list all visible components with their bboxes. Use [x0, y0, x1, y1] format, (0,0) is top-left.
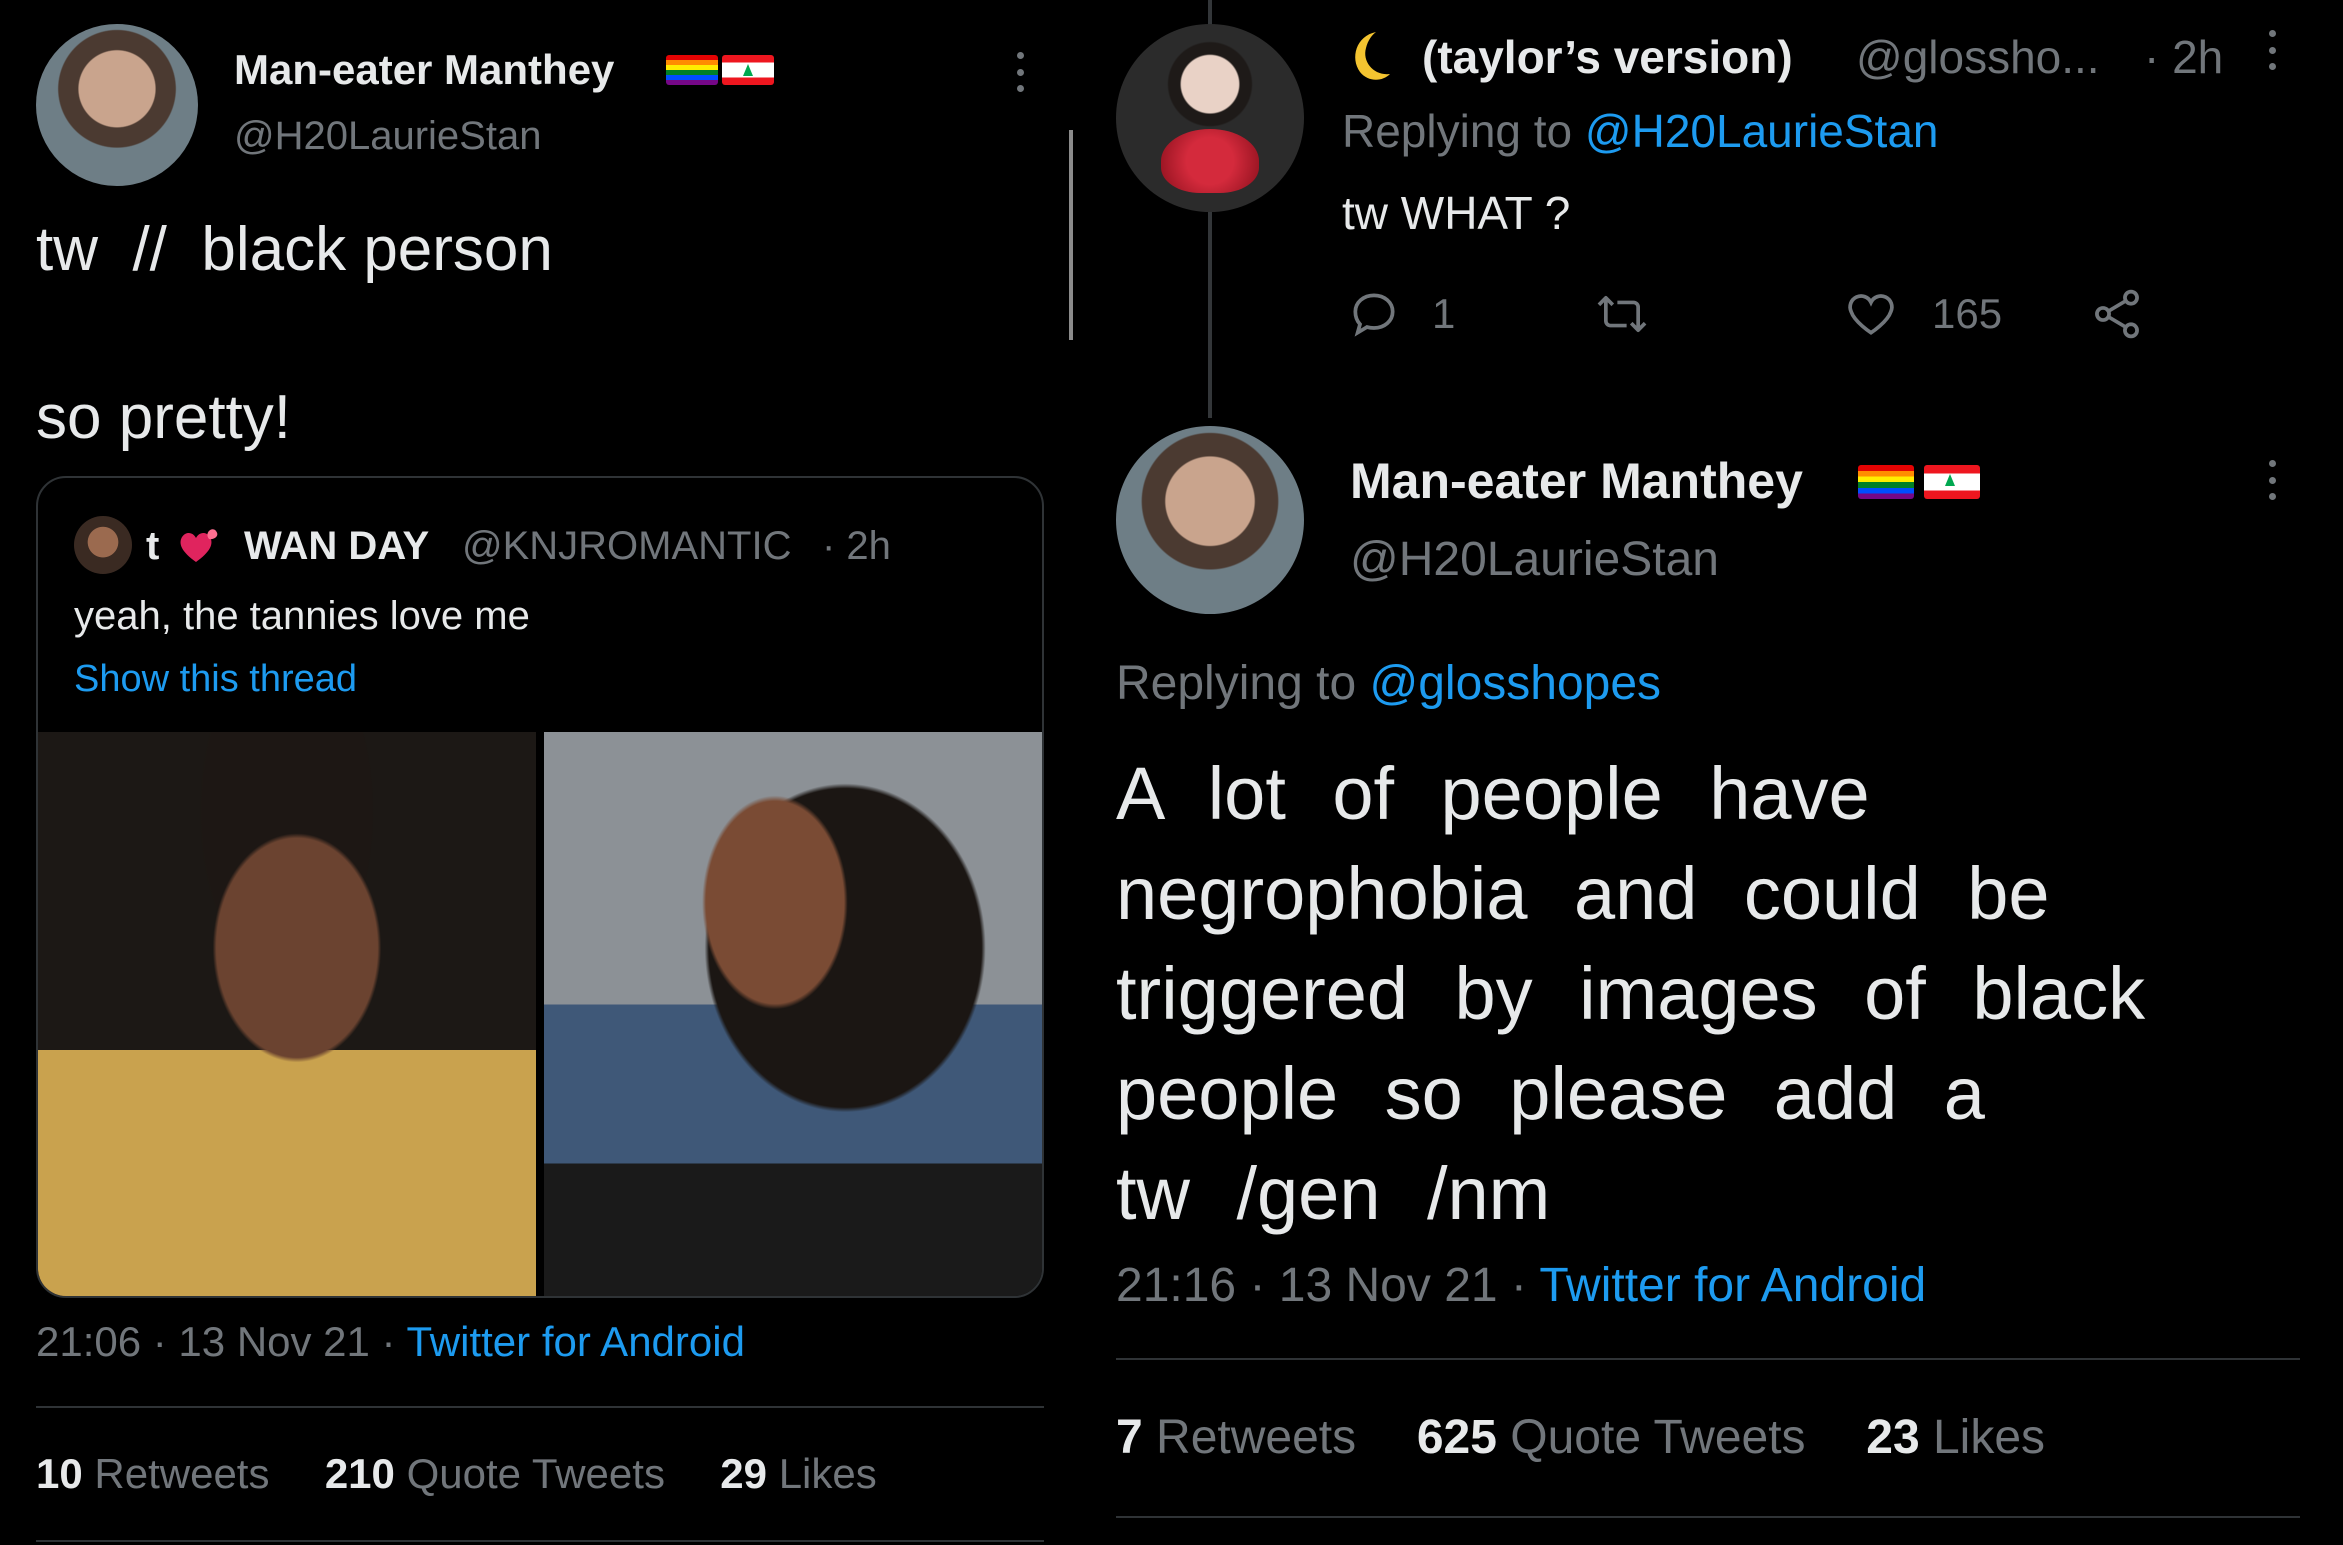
tweet-body: A lot of people have negrophobia and cou…	[1116, 744, 2250, 1244]
quotes-count: 625	[1416, 1411, 1497, 1464]
reply-time: · 2h	[2144, 31, 2224, 83]
replying-to-link[interactable]: @glosshopes	[1369, 657, 1661, 710]
crescent-moon-icon	[1342, 28, 1392, 84]
tweet-timestamp: 21:16 · 13 Nov 21 · Twitter for Android	[1116, 1258, 1926, 1313]
replying-prefix: Replying to	[1116, 657, 1357, 710]
tweet-stats: 7 Retweets 625 Quote Tweets 23 Likes	[1116, 1410, 2045, 1465]
retweet-icon[interactable]	[1592, 286, 1652, 342]
divider	[36, 1540, 1044, 1542]
timestamp-text: 21:06 · 13 Nov 21 ·	[36, 1318, 396, 1365]
more-options-icon[interactable]	[2268, 460, 2276, 500]
rainbow-flag-icon	[1858, 465, 1914, 499]
like-icon[interactable]	[1842, 286, 1900, 342]
retweets-stat[interactable]: 10 Retweets	[36, 1450, 269, 1497]
retweets-stat[interactable]: 7 Retweets	[1116, 1411, 1356, 1464]
retweets-count: 7	[1116, 1411, 1143, 1464]
lebanon-flag-icon	[722, 55, 774, 85]
tweet-line-2: negrophobia and could be	[1116, 852, 2050, 935]
replying-to-link[interactable]: @H20LaurieStan	[1585, 105, 1939, 157]
quoted-time: · 2h	[822, 524, 891, 568]
author-name[interactable]: Man-eater Manthey	[1350, 452, 1803, 510]
tweet-line-3: triggered by images of black	[1116, 952, 2146, 1035]
quoted-author-name-prefix: t	[146, 524, 160, 568]
reply-icon[interactable]	[1346, 286, 1402, 342]
rainbow-flag-icon	[666, 55, 718, 85]
reply-author-handle[interactable]: @glossho...	[1856, 30, 2100, 84]
quoted-photo-2[interactable]	[544, 732, 1042, 1296]
retweets-count: 10	[36, 1450, 83, 1497]
show-thread-link[interactable]: Show this thread	[74, 658, 357, 701]
source-link[interactable]: Twitter for Android	[406, 1318, 744, 1365]
lebanon-flag-icon	[1924, 465, 1980, 499]
share-icon[interactable]	[2088, 286, 2146, 342]
likes-stat[interactable]: 29 Likes	[720, 1450, 876, 1497]
retweets-label: Retweets	[1156, 1411, 1357, 1464]
divider	[1116, 1516, 2300, 1518]
quotes-stat[interactable]: 210 Quote Tweets	[325, 1450, 665, 1497]
replying-to: Replying to @glosshopes	[1116, 656, 1661, 711]
tweet-text-line1: tw // black person	[36, 215, 553, 284]
quotes-stat[interactable]: 625 Quote Tweets	[1417, 1411, 1806, 1464]
quoted-author-name: WAN DAY	[244, 524, 430, 568]
quoted-text: yeah, the tannies love me	[74, 594, 530, 638]
tweet-line-5: tw /gen /nm	[1116, 1152, 1551, 1235]
quotes-label: Quote Tweets	[406, 1450, 665, 1497]
tweet-text-line2: so pretty!	[36, 383, 291, 452]
quoted-author-handle: @KNJROMANTIC	[462, 524, 792, 568]
reply-author-avatar[interactable]	[1116, 24, 1304, 212]
quotes-label: Quote Tweets	[1510, 1411, 1806, 1464]
divider	[36, 1406, 1044, 1408]
likes-label: Likes	[778, 1450, 877, 1497]
more-options-icon[interactable]	[2268, 30, 2276, 70]
retweets-label: Retweets	[94, 1450, 270, 1497]
quoted-photo-1[interactable]	[38, 732, 536, 1296]
timestamp-text: 21:16 · 13 Nov 21 ·	[1116, 1259, 1527, 1312]
author-handle[interactable]: @H20LaurieStan	[234, 114, 541, 159]
likes-stat[interactable]: 23 Likes	[1866, 1411, 2045, 1464]
reply-count: 1	[1432, 290, 1456, 337]
tweet-timestamp: 21:06 · 13 Nov 21 · Twitter for Android	[36, 1318, 745, 1366]
quotes-count: 210	[324, 1450, 395, 1497]
quoted-author-avatar	[74, 516, 132, 574]
author-handle[interactable]: @H20LaurieStan	[1350, 532, 1719, 587]
source-link[interactable]: Twitter for Android	[1539, 1259, 1926, 1312]
likes-count: 29	[720, 1450, 768, 1497]
replying-to: Replying to @H20LaurieStan	[1342, 104, 1939, 158]
more-options-icon[interactable]	[1016, 52, 1024, 92]
tweet-stats: 10 Retweets 210 Quote Tweets 29 Likes	[36, 1450, 877, 1498]
red-heart-emoji-icon	[176, 522, 224, 570]
likes-label: Likes	[1932, 1411, 2046, 1464]
reply-text: tw WHAT ?	[1342, 187, 1571, 239]
divider	[1116, 1358, 2300, 1360]
author-name[interactable]: Man-eater Manthey	[234, 46, 614, 94]
like-count: 165	[1932, 290, 2003, 337]
tweet-line-1: A lot of people have	[1116, 752, 1870, 835]
tweet-line-4: people so please add a	[1116, 1052, 1985, 1135]
likes-count: 23	[1866, 1411, 1920, 1464]
author-avatar[interactable]	[36, 24, 198, 186]
quoted-tweet-card[interactable]: t WAN DAY @KNJROMANTIC · 2h yeah, the ta…	[36, 476, 1044, 1298]
author-avatar[interactable]	[1116, 426, 1304, 614]
reply-author-name[interactable]: (taylor’s version)	[1422, 30, 1793, 84]
panel-separator	[1069, 130, 1073, 340]
replying-prefix: Replying to	[1342, 105, 1573, 157]
